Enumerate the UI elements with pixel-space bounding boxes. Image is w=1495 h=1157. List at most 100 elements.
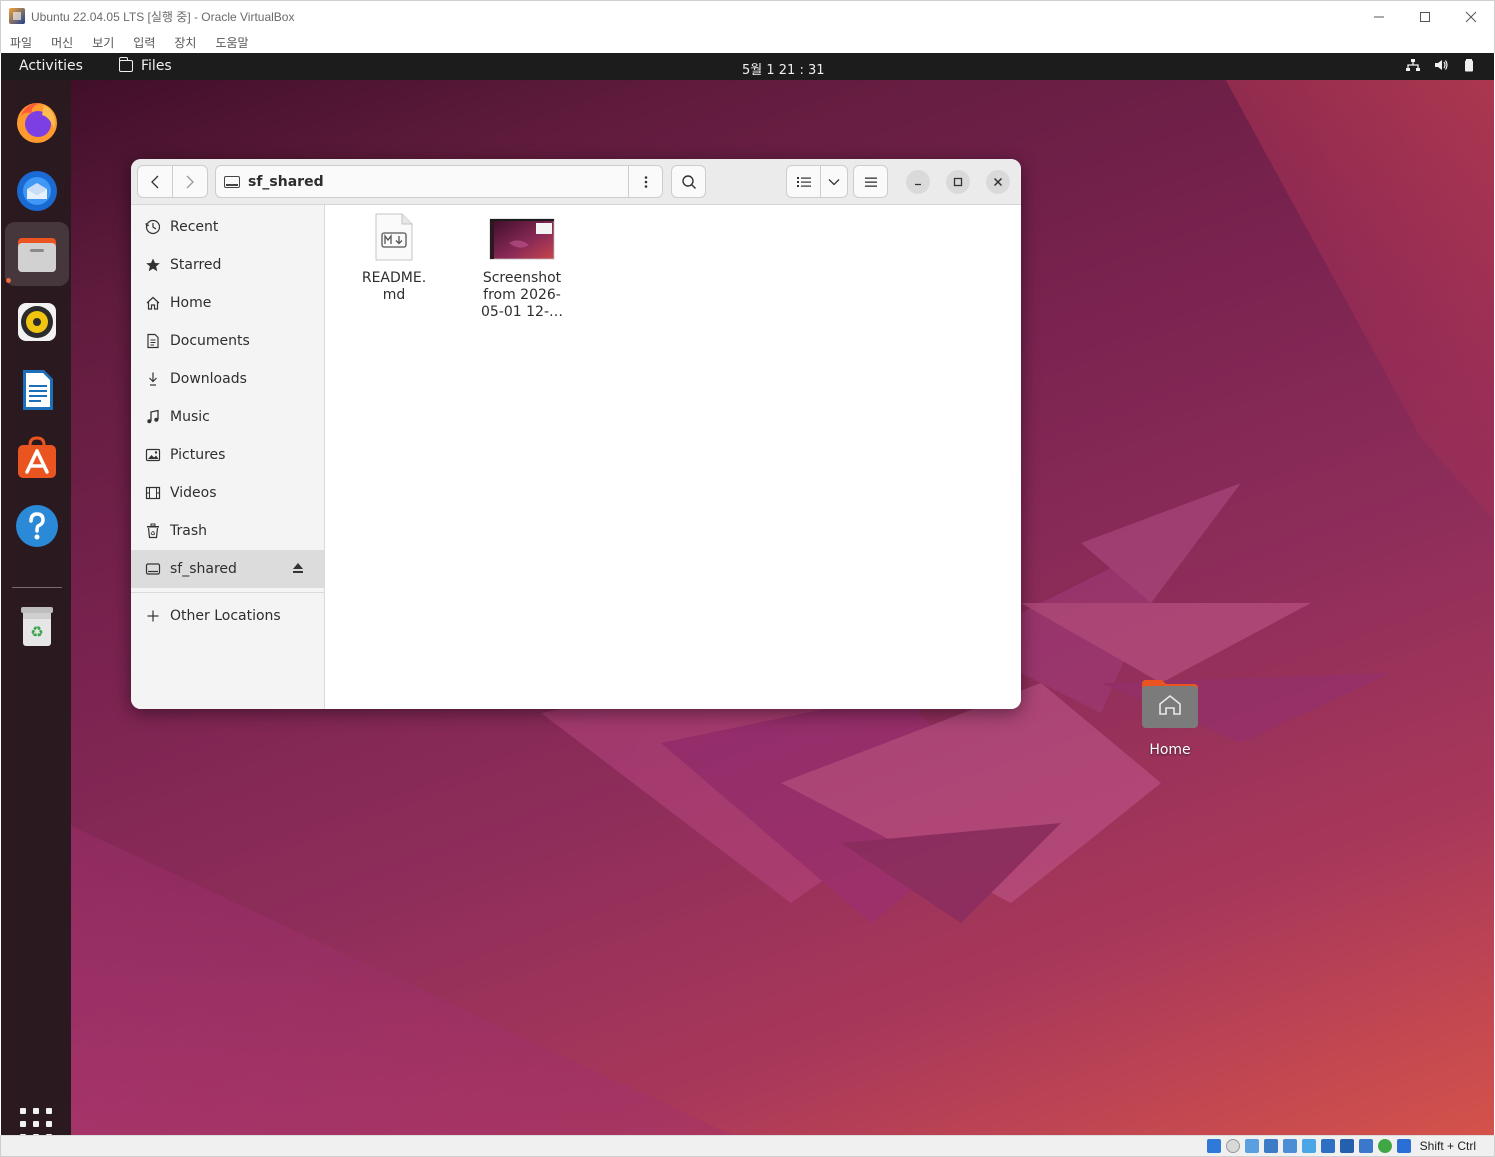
optical-drive-icon[interactable] bbox=[1225, 1139, 1240, 1153]
host-key-label: Shift + Ctrl bbox=[1419, 1139, 1476, 1153]
app-menu[interactable]: Files bbox=[118, 57, 172, 74]
forward-button[interactable] bbox=[172, 165, 208, 198]
guest-additions-icon[interactable] bbox=[1377, 1139, 1392, 1153]
maximize-icon bbox=[953, 177, 963, 187]
rhythmbox-icon bbox=[18, 303, 56, 341]
dock-help[interactable] bbox=[5, 494, 69, 558]
list-view-icon bbox=[796, 176, 811, 187]
shared-folders-icon[interactable] bbox=[1301, 1139, 1316, 1153]
vbox-menu-help[interactable]: 도움말 bbox=[215, 34, 248, 51]
vbox-menu-input[interactable]: 입력 bbox=[133, 34, 155, 51]
folder-menu-button[interactable] bbox=[628, 166, 662, 197]
sidebar-item-sf-shared[interactable]: sf_shared bbox=[131, 550, 324, 588]
files-view[interactable]: README. md Screenshot from 2026- 05-01 1… bbox=[325, 205, 1021, 709]
sidebar-item-label: Music bbox=[170, 409, 210, 425]
audio-icon[interactable] bbox=[1244, 1139, 1259, 1153]
vbox-statusbar: Shift + Ctrl bbox=[0, 1135, 1495, 1157]
sidebar-item-videos[interactable]: Videos bbox=[131, 474, 324, 512]
firefox-icon bbox=[17, 103, 57, 143]
vbox-menu-view[interactable]: 보기 bbox=[92, 34, 114, 51]
gnome-topbar: Activities Files 5월 1 21 : 31 bbox=[1, 53, 1494, 80]
volume-icon[interactable] bbox=[1434, 58, 1448, 72]
video-capture-icon[interactable] bbox=[1339, 1139, 1354, 1153]
dock-rhythmbox[interactable] bbox=[5, 290, 69, 354]
vbox-menu-file[interactable]: 파일 bbox=[10, 34, 32, 51]
svg-text:♻: ♻ bbox=[150, 531, 155, 538]
sidebar-item-home[interactable]: Home bbox=[131, 284, 324, 322]
vbox-menu-devices[interactable]: 장치 bbox=[174, 34, 196, 51]
dock-thunderbird[interactable] bbox=[5, 158, 69, 222]
vbox-menu-machine[interactable]: 머신 bbox=[51, 34, 73, 51]
view-toggle-button[interactable] bbox=[786, 165, 821, 198]
vbox-close-button[interactable] bbox=[1448, 1, 1494, 32]
dock-app-center[interactable] bbox=[5, 426, 69, 490]
sidebar-item-label: Documents bbox=[170, 333, 250, 349]
app-menu-label: Files bbox=[141, 58, 172, 74]
star-icon bbox=[145, 257, 161, 273]
search-button[interactable] bbox=[671, 165, 706, 198]
sidebar-item-trash[interactable]: ♻ Trash bbox=[131, 512, 324, 550]
display-icon[interactable] bbox=[1320, 1139, 1335, 1153]
sidebar-item-label: Downloads bbox=[170, 371, 247, 387]
thunderbird-icon bbox=[17, 171, 57, 211]
mouse-integration-icon[interactable] bbox=[1396, 1139, 1411, 1153]
vbox-window-title: Ubuntu 22.04.05 LTS [실행 중] - Oracle Virt… bbox=[31, 9, 295, 24]
file-item-readme[interactable]: README. md bbox=[344, 213, 444, 304]
battery-icon[interactable] bbox=[1462, 58, 1476, 72]
eject-icon[interactable] bbox=[292, 562, 304, 574]
network-adapter-icon[interactable] bbox=[1263, 1139, 1278, 1153]
dock-trash[interactable]: ♻ bbox=[5, 594, 69, 658]
clock[interactable]: 5월 1 21 : 31 bbox=[742, 59, 825, 78]
sidebar-separator bbox=[131, 592, 324, 593]
back-button[interactable] bbox=[137, 165, 173, 198]
file-item-screenshot[interactable]: Screenshot from 2026- 05-01 12-… bbox=[472, 213, 572, 321]
system-tray[interactable] bbox=[1406, 58, 1476, 72]
sidebar-item-label: Pictures bbox=[170, 447, 226, 463]
sidebar-item-starred[interactable]: Starred bbox=[131, 246, 324, 284]
dock-firefox[interactable] bbox=[5, 90, 69, 154]
file-name: README. bbox=[361, 270, 427, 286]
window-close-button[interactable] bbox=[986, 170, 1010, 194]
download-icon bbox=[145, 371, 161, 387]
path-bar[interactable]: sf_shared bbox=[215, 165, 663, 198]
desktop-home-icon[interactable]: Home bbox=[1130, 678, 1210, 758]
vbox-menubar: 파일 머신 보기 입력 장치 도움말 bbox=[0, 31, 1495, 53]
help-icon bbox=[16, 505, 58, 547]
sidebar-item-other-locations[interactable]: Other Locations bbox=[131, 597, 324, 635]
dock-libreoffice-writer[interactable] bbox=[5, 358, 69, 422]
plus-icon bbox=[145, 608, 161, 624]
sidebar-item-label: Starred bbox=[170, 257, 222, 273]
usb-icon[interactable] bbox=[1282, 1139, 1297, 1153]
video-icon bbox=[145, 485, 161, 501]
hard-disk-icon[interactable] bbox=[1206, 1139, 1221, 1153]
home-icon bbox=[145, 295, 161, 311]
show-apps-button[interactable] bbox=[20, 1108, 52, 1135]
window-maximize-button[interactable] bbox=[946, 170, 970, 194]
activities-button[interactable]: Activities bbox=[19, 58, 83, 74]
file-name: from 2026- bbox=[483, 287, 561, 303]
drive-icon bbox=[145, 561, 161, 577]
cpu-icon[interactable] bbox=[1358, 1139, 1373, 1153]
dock-files[interactable] bbox=[5, 222, 69, 286]
sidebar-item-pictures[interactable]: Pictures bbox=[131, 436, 324, 474]
main-menu-button[interactable] bbox=[853, 165, 888, 198]
path-current-folder[interactable]: sf_shared bbox=[248, 174, 324, 190]
kebab-menu-icon bbox=[644, 175, 647, 188]
chevron-down-icon bbox=[828, 178, 840, 185]
window-minimize-button[interactable] bbox=[906, 170, 930, 194]
home-folder-icon bbox=[1142, 680, 1198, 728]
libreoffice-writer-icon bbox=[23, 370, 53, 410]
vbox-minimize-button[interactable] bbox=[1356, 1, 1402, 32]
sidebar-item-downloads[interactable]: Downloads bbox=[131, 360, 324, 398]
sidebar-item-music[interactable]: Music bbox=[131, 398, 324, 436]
network-icon[interactable] bbox=[1406, 58, 1420, 72]
sidebar-item-documents[interactable]: Documents bbox=[131, 322, 324, 360]
file-name: md bbox=[382, 287, 406, 303]
view-options-button[interactable] bbox=[820, 165, 848, 198]
sidebar-item-recent[interactable]: Recent bbox=[131, 208, 324, 246]
close-icon bbox=[993, 177, 1003, 187]
dock-separator bbox=[12, 587, 62, 588]
vbox-maximize-button[interactable] bbox=[1402, 1, 1448, 32]
sidebar-item-label: Videos bbox=[170, 485, 217, 501]
document-icon bbox=[145, 333, 161, 349]
